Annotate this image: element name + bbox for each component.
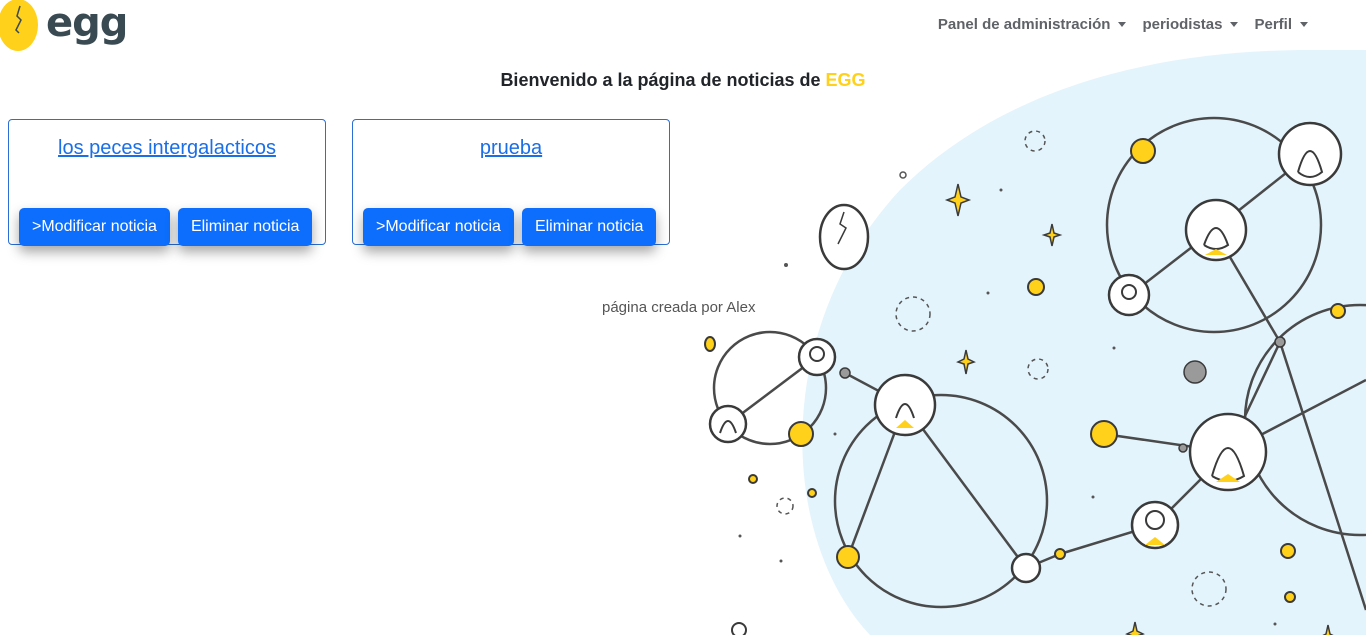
egg-logo-icon: [0, 0, 38, 51]
modify-news-button[interactable]: >Modificar noticia: [19, 208, 170, 246]
nav-dropdown-profile[interactable]: Perfil: [1254, 16, 1308, 33]
nav-dropdown-label: periodistas: [1142, 16, 1223, 33]
brand-name: egg: [46, 0, 128, 46]
caret-down-icon: [1118, 22, 1127, 27]
caret-down-icon: [1230, 22, 1239, 27]
nav-dropdown-journalists[interactable]: periodistas: [1142, 16, 1239, 33]
delete-news-button[interactable]: Eliminar noticia: [177, 208, 313, 246]
nav-menu: Panel de administración periodistas Perf…: [938, 16, 1308, 33]
news-title-link[interactable]: los peces intergalacticos: [9, 137, 325, 160]
nav-dropdown-label: Panel de administración: [937, 16, 1111, 33]
news-title-link[interactable]: prueba: [353, 137, 669, 160]
network-illustration: [704, 50, 1366, 635]
nav-dropdown-label: Perfil: [1254, 16, 1292, 33]
news-card-actions: >Modificar noticia Eliminar noticia: [19, 208, 313, 246]
welcome-heading: Bienvenido a la página de noticias de EG…: [0, 70, 1366, 91]
welcome-text: Bienvenido a la página de noticias de: [500, 70, 826, 90]
news-card: prueba >Modificar noticia Eliminar notic…: [352, 119, 670, 246]
page: egg Panel de administración periodistas …: [0, 0, 1366, 635]
modify-news-button[interactable]: >Modificar noticia: [363, 208, 514, 246]
navbar: egg Panel de administración periodistas …: [0, 0, 1366, 52]
footer-credit: página creada por Alex: [602, 299, 756, 316]
nav-dropdown-admin-panel[interactable]: Panel de administración: [938, 16, 1127, 33]
welcome-brand-word: EGG: [825, 70, 866, 90]
delete-news-button[interactable]: Eliminar noticia: [521, 208, 657, 246]
news-card: los peces intergalacticos >Modificar not…: [8, 119, 326, 246]
brand-logo[interactable]: egg: [0, 0, 128, 52]
news-card-actions: >Modificar noticia Eliminar noticia: [363, 208, 657, 246]
caret-down-icon: [1300, 22, 1308, 27]
